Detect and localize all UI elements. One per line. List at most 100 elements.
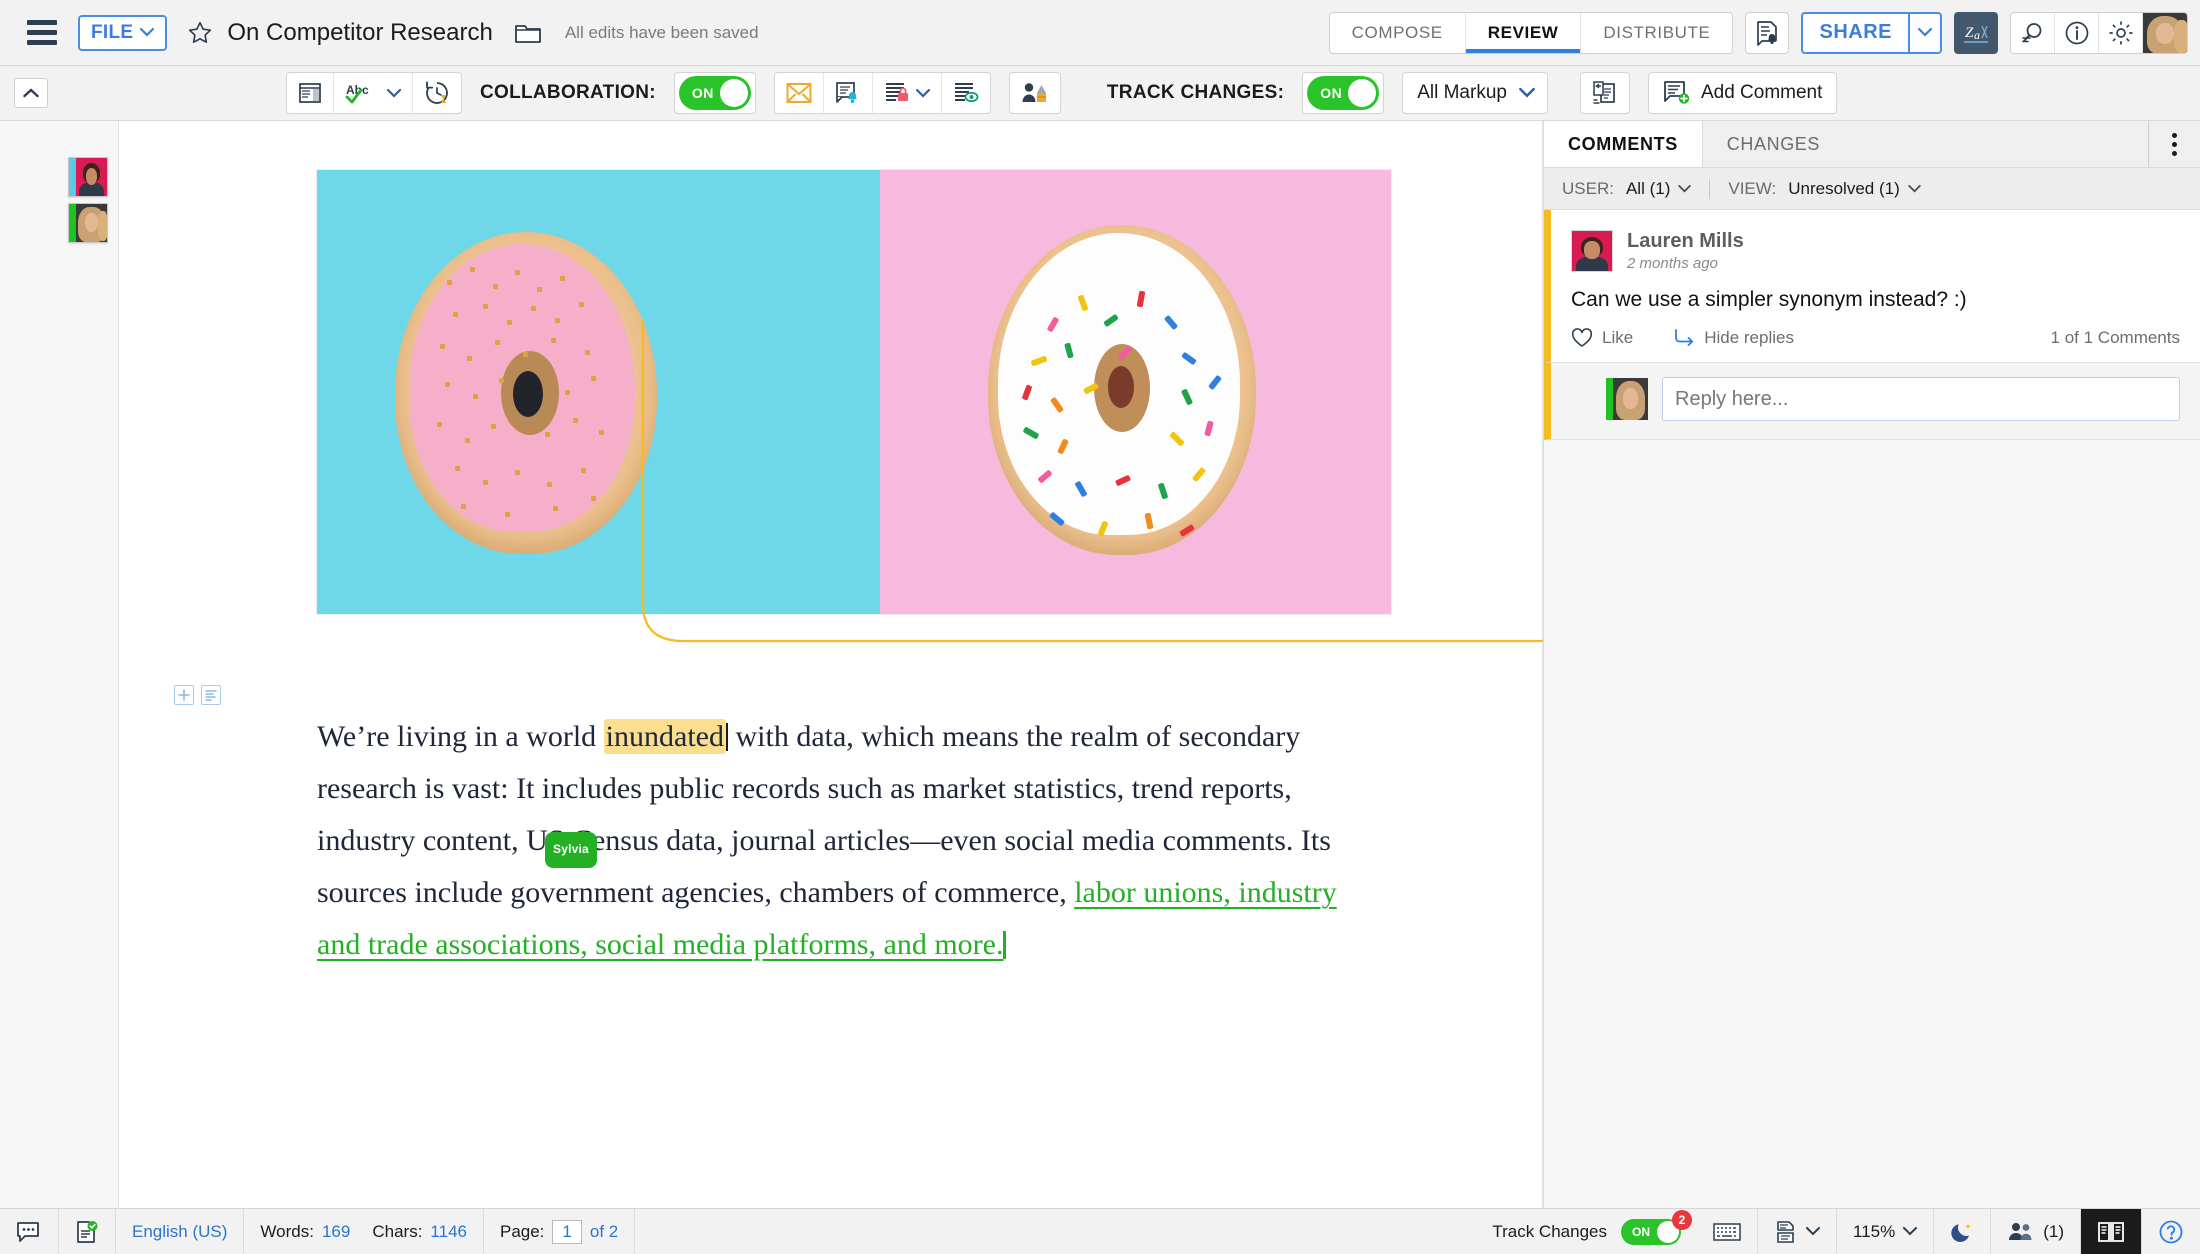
- users-online[interactable]: (1): [1991, 1209, 2081, 1254]
- gear-icon[interactable]: [2099, 13, 2143, 53]
- more-options-icon[interactable]: [2148, 121, 2200, 167]
- document-check-icon[interactable]: [59, 1209, 116, 1254]
- chevron-down-icon: [1519, 88, 1535, 98]
- header-utility-icons: [2010, 12, 2188, 54]
- insert-caret: [1003, 931, 1006, 959]
- fit-page-icon: [1774, 1220, 1798, 1244]
- view-filter-label: VIEW:: [1728, 179, 1776, 199]
- track-changes-toggle-label: ON: [1320, 85, 1342, 101]
- translate-za-icon[interactable]: Za: [1954, 12, 1998, 54]
- comment-text: Can we use a simpler synonym instead? :): [1551, 272, 2200, 312]
- tab-comments[interactable]: COMMENTS: [1544, 121, 1703, 167]
- restrict-lock-icon[interactable]: [873, 73, 942, 113]
- track-changes-status[interactable]: Track Changes ON 2: [1476, 1209, 1697, 1254]
- gutter-avatar-sylvia[interactable]: [68, 203, 108, 243]
- page-indicator[interactable]: Page: 1 of 2: [484, 1209, 635, 1254]
- keyboard-icon[interactable]: [1697, 1209, 1758, 1254]
- compare-documents-icon[interactable]: [1581, 73, 1629, 113]
- chevron-down-icon: [1806, 1227, 1820, 1236]
- collaboration-label: COLLABORATION:: [480, 82, 656, 104]
- status-bar: English (US) Words: 169 Chars: 1146 Page…: [0, 1208, 2200, 1254]
- document-scroll-area[interactable]: We’re living in a world inundated with d…: [0, 121, 1543, 1208]
- chevron-up-icon[interactable]: [14, 78, 48, 108]
- page-current-input[interactable]: 1: [552, 1220, 581, 1244]
- share-button[interactable]: SHARE: [1803, 14, 1908, 52]
- language-selector[interactable]: English (US): [116, 1209, 244, 1254]
- tab-compose[interactable]: COMPOSE: [1330, 13, 1466, 53]
- like-label: Like: [1602, 328, 1633, 348]
- app-header: FILE On Competitor Research All edits ha…: [0, 0, 2200, 66]
- header-right-controls: COMPOSE REVIEW DISTRIBUTE SHARE Za: [1329, 12, 2188, 54]
- user-avatar[interactable]: [2143, 13, 2187, 54]
- donuts-image[interactable]: [317, 170, 1391, 614]
- assign-user-icon[interactable]: [1010, 73, 1060, 113]
- lauren-avatar: [1571, 230, 1613, 272]
- markup-view-select[interactable]: All Markup: [1402, 72, 1548, 114]
- add-paragraph-icon[interactable]: [174, 685, 194, 705]
- track-changes-label: TRACK CHANGES:: [1107, 82, 1284, 104]
- tab-distribute[interactable]: DISTRIBUTE: [1581, 13, 1732, 53]
- view-tools-group: Abc: [286, 72, 462, 114]
- file-menu-button[interactable]: FILE: [78, 15, 167, 51]
- zoom-select[interactable]: 115%: [1837, 1209, 1934, 1254]
- help-icon[interactable]: [2142, 1209, 2200, 1254]
- author-tag-sylvia[interactable]: Sylvia: [545, 832, 597, 868]
- chevron-down-icon: [1908, 185, 1921, 193]
- night-mode-icon[interactable]: [1934, 1209, 1991, 1254]
- folder-icon[interactable]: [513, 18, 543, 48]
- chevron-down-icon: [1678, 185, 1691, 193]
- comment-actions: Like Hide replies 1 of 1 Comments: [1551, 312, 2200, 362]
- document-body-text[interactable]: We’re living in a world inundated with d…: [317, 711, 1377, 971]
- comment-card[interactable]: Lauren Mills 2 months ago Can we use a s…: [1544, 210, 2200, 363]
- tab-changes[interactable]: CHANGES: [1703, 121, 1844, 167]
- document-bell-icon[interactable]: [1745, 12, 1789, 54]
- body-area: We’re living in a world inundated with d…: [0, 121, 2200, 1208]
- svg-text:Z: Z: [1965, 25, 1974, 41]
- left-gutter: [0, 121, 118, 1208]
- share-chevron-down-icon[interactable]: [1908, 14, 1940, 52]
- gutter-avatar-lauren[interactable]: [68, 157, 108, 197]
- hamburger-icon[interactable]: [20, 11, 64, 55]
- reply-input[interactable]: Reply here...: [1662, 377, 2180, 421]
- version-history-icon[interactable]: [413, 73, 461, 113]
- chars-value: 1146: [430, 1222, 467, 1242]
- info-icon[interactable]: [2055, 13, 2099, 53]
- collaboration-toggle-label: ON: [692, 85, 714, 101]
- abc-spellcheck-icon[interactable]: Abc: [334, 73, 413, 113]
- envelope-icon[interactable]: [775, 73, 824, 113]
- heart-icon: [1571, 328, 1593, 348]
- document-eye-icon[interactable]: [942, 73, 990, 113]
- hide-replies-button[interactable]: Hide replies: [1673, 328, 1794, 348]
- word-count: Words: 169 Chars: 1146: [244, 1209, 484, 1254]
- reading-mode-icon[interactable]: [2081, 1209, 2142, 1254]
- page-layout-icon[interactable]: [287, 73, 334, 113]
- svg-text:a: a: [1974, 28, 1980, 42]
- add-comment-button[interactable]: Add Comment: [1648, 72, 1837, 114]
- users-count: (1): [2043, 1222, 2064, 1242]
- chevron-down-icon: [140, 28, 154, 37]
- view-filter-select[interactable]: Unresolved (1): [1788, 179, 1921, 199]
- tab-review[interactable]: REVIEW: [1466, 13, 1582, 53]
- search-document-icon[interactable]: [2011, 13, 2055, 53]
- add-comment-icon: [1663, 80, 1691, 106]
- track-changes-mini-toggle[interactable]: ON 2: [1621, 1219, 1681, 1245]
- collaboration-toggle-wrap: ON: [674, 72, 756, 114]
- zoom-value: 115%: [1853, 1222, 1895, 1242]
- comments-filter-bar: USER: All (1) VIEW: Unresolved (1): [1544, 168, 2200, 210]
- collaboration-tools-group: [774, 72, 991, 114]
- page-title: On Competitor Research: [227, 19, 492, 47]
- paragraph-settings-icon[interactable]: [201, 685, 221, 705]
- document-page[interactable]: We’re living in a world inundated with d…: [118, 121, 1543, 1208]
- comment-bubble-icon[interactable]: [0, 1209, 59, 1254]
- notify-bell-icon[interactable]: [824, 73, 873, 113]
- track-changes-toggle-wrap: ON: [1302, 72, 1384, 114]
- track-changes-toggle[interactable]: ON: [1307, 76, 1379, 110]
- like-button[interactable]: Like: [1571, 328, 1633, 348]
- star-icon[interactable]: [181, 14, 219, 52]
- user-filter-select[interactable]: All (1): [1626, 179, 1691, 199]
- highlighted-word[interactable]: inundated: [604, 719, 726, 754]
- app-window: FILE On Competitor Research All edits ha…: [0, 0, 2200, 1254]
- fit-page-select[interactable]: [1758, 1209, 1837, 1254]
- users-icon: [2007, 1221, 2035, 1243]
- collaboration-toggle[interactable]: ON: [679, 76, 751, 110]
